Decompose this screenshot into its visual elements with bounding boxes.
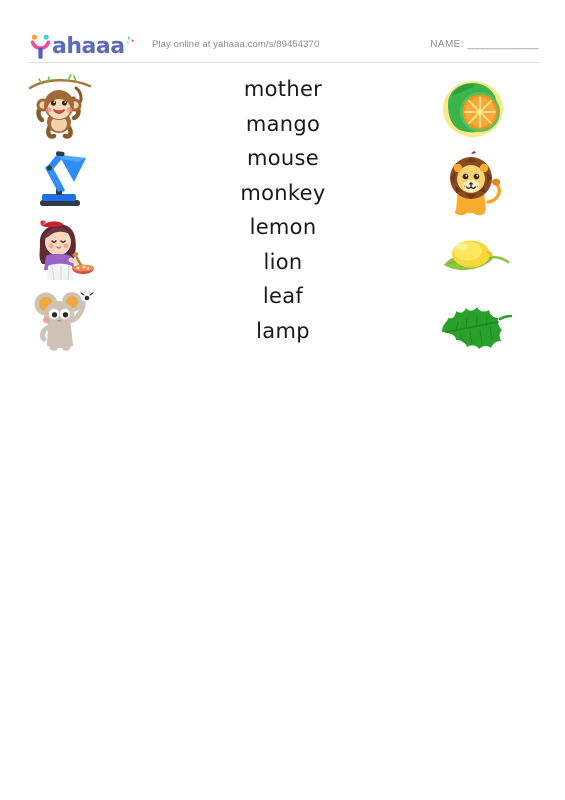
word-item[interactable]: mother: [183, 72, 383, 107]
name-field[interactable]: NAME: ______________: [430, 39, 538, 50]
lamp-picture[interactable]: [28, 142, 148, 212]
leaf-picture[interactable]: [413, 294, 533, 362]
lemon-icon: [444, 240, 510, 271]
page-header: ahaaa Play online at yahaaa.com/s/894543…: [30, 28, 538, 60]
monkey-icon: [28, 74, 92, 139]
mango-picture[interactable]: [413, 72, 533, 146]
name-blank-line: ______________: [467, 38, 538, 50]
left-picture-column: [28, 72, 148, 352]
mother-picture[interactable]: [28, 212, 148, 282]
word-list: mother mango mouse monkey lemon lion lea…: [183, 72, 383, 348]
word-item[interactable]: lamp: [183, 314, 383, 349]
word-item[interactable]: mango: [183, 107, 383, 142]
logo-wordmark: ahaaa: [52, 34, 125, 59]
word-item[interactable]: lemon: [183, 210, 383, 245]
mango-icon: [443, 81, 503, 137]
mouse-icon: [34, 290, 94, 351]
lamp-icon: [40, 151, 86, 206]
word-item[interactable]: leaf: [183, 279, 383, 314]
lion-picture[interactable]: [413, 146, 533, 224]
logo-smiley-y-icon: [30, 33, 51, 59]
word-item[interactable]: monkey: [183, 176, 383, 211]
word-item[interactable]: lion: [183, 245, 383, 280]
play-online-text: Play online at yahaaa.com/s/89454370: [152, 38, 320, 50]
name-label: NAME:: [430, 38, 464, 50]
leaf-icon: [442, 307, 512, 349]
mother-cooking-icon: [39, 220, 94, 281]
lion-icon: [450, 151, 501, 216]
yahaaa-logo[interactable]: ahaaa: [30, 29, 134, 59]
right-picture-column: [413, 72, 533, 362]
word-item[interactable]: mouse: [183, 141, 383, 176]
monkey-picture[interactable]: [28, 72, 148, 142]
worksheet-board: mother mango mouse monkey lemon lion lea…: [28, 72, 540, 362]
lemon-picture[interactable]: [413, 224, 533, 294]
sparkle-icon: [125, 33, 139, 59]
worksheet-page: ahaaa Play online at yahaaa.com/s/894543…: [0, 0, 565, 800]
header-divider: [28, 62, 540, 63]
mouse-picture[interactable]: [28, 282, 148, 352]
